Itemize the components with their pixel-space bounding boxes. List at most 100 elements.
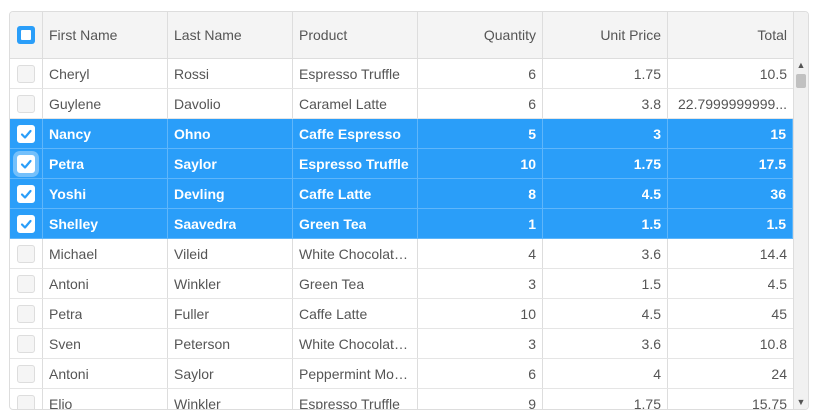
table-row[interactable]: Antoni Saylor Peppermint Moc... 6 4 24 xyxy=(10,359,793,389)
cell-total[interactable]: 15 xyxy=(668,119,793,148)
cell-last[interactable]: Vileid xyxy=(168,239,293,268)
cell-first[interactable]: Petra xyxy=(43,299,168,328)
cell-first[interactable]: Cheryl xyxy=(43,59,168,88)
cell-last[interactable]: Devling xyxy=(168,179,293,208)
cell-first[interactable]: Guylene xyxy=(43,89,168,118)
cell-last[interactable]: Rossi xyxy=(168,59,293,88)
cell-last[interactable]: Fuller xyxy=(168,299,293,328)
vertical-scrollbar[interactable]: ▲ ▼ xyxy=(793,12,808,409)
row-checkbox[interactable] xyxy=(17,274,35,293)
cell-product[interactable]: Espresso Truffle xyxy=(293,149,418,178)
select-all-cell[interactable] xyxy=(10,12,43,58)
cell-product[interactable]: Caffe Espresso xyxy=(293,119,418,148)
cell-price[interactable]: 1.5 xyxy=(543,269,668,298)
cell-price[interactable]: 3 xyxy=(543,119,668,148)
cell-last[interactable]: Winkler xyxy=(168,269,293,298)
cell-first[interactable]: Antoni xyxy=(43,359,168,388)
row-checkbox[interactable] xyxy=(17,304,35,323)
cell-price[interactable]: 4.5 xyxy=(543,179,668,208)
cell-total[interactable]: 36 xyxy=(668,179,793,208)
cell-total[interactable]: 17.5 xyxy=(668,149,793,178)
cell-product[interactable]: Green Tea xyxy=(293,209,418,238)
scroll-down-arrow-icon[interactable]: ▼ xyxy=(796,397,806,407)
column-header-product[interactable]: Product xyxy=(293,12,418,58)
table-row[interactable]: Yoshi Devling Caffe Latte 8 4.5 36 xyxy=(10,179,793,209)
cell-price[interactable]: 3.6 xyxy=(543,329,668,358)
row-select-cell[interactable] xyxy=(10,299,43,328)
cell-product[interactable]: White Chocolate... xyxy=(293,329,418,358)
row-checkbox[interactable] xyxy=(17,124,35,143)
row-checkbox[interactable] xyxy=(17,154,35,173)
column-header-last-name[interactable]: Last Name xyxy=(168,12,293,58)
row-select-cell[interactable] xyxy=(10,359,43,388)
table-row[interactable]: Sven Peterson White Chocolate... 3 3.6 10.8 xyxy=(10,329,793,359)
cell-total[interactable]: 14.4 xyxy=(668,239,793,268)
cell-product[interactable]: White Chocolate... xyxy=(293,239,418,268)
cell-first[interactable]: Elio xyxy=(43,389,168,409)
table-row[interactable]: Shelley Saavedra Green Tea 1 1.5 1.5 xyxy=(10,209,793,239)
cell-first[interactable]: Nancy xyxy=(43,119,168,148)
column-header-first-name[interactable]: First Name xyxy=(43,12,168,58)
cell-product[interactable]: Green Tea xyxy=(293,269,418,298)
table-row[interactable]: Petra Saylor Espresso Truffle 10 1.75 17.5 xyxy=(10,149,793,179)
row-select-cell[interactable] xyxy=(10,179,43,208)
table-row[interactable]: Cheryl Rossi Espresso Truffle 6 1.75 10.5 xyxy=(10,59,793,89)
cell-qty[interactable]: 6 xyxy=(418,89,543,118)
cell-last[interactable]: Winkler xyxy=(168,389,293,409)
row-select-cell[interactable] xyxy=(10,389,43,409)
cell-qty[interactable]: 4 xyxy=(418,239,543,268)
row-select-cell[interactable] xyxy=(10,59,43,88)
cell-total[interactable]: 15.75 xyxy=(668,389,793,410)
row-select-cell[interactable] xyxy=(10,329,43,358)
row-checkbox[interactable] xyxy=(17,394,35,409)
cell-total[interactable]: 10.5 xyxy=(668,59,793,88)
cell-last[interactable]: Ohno xyxy=(168,119,293,148)
cell-total[interactable]: 1.5 xyxy=(668,209,793,238)
table-row[interactable]: Antoni Winkler Green Tea 3 1.5 4.5 xyxy=(10,269,793,299)
cell-price[interactable]: 4 xyxy=(543,359,668,388)
cell-qty[interactable]: 1 xyxy=(418,209,543,238)
row-select-cell[interactable] xyxy=(10,209,43,238)
row-checkbox[interactable] xyxy=(17,64,35,83)
cell-qty[interactable]: 6 xyxy=(418,359,543,388)
cell-product[interactable]: Peppermint Moc... xyxy=(293,359,418,388)
cell-total[interactable]: 4.5 xyxy=(668,269,793,298)
cell-last[interactable]: Davolio xyxy=(168,89,293,118)
row-select-cell[interactable] xyxy=(10,269,43,298)
table-row[interactable]: Nancy Ohno Caffe Espresso 5 3 15 xyxy=(10,119,793,149)
column-header-unit-price[interactable]: Unit Price xyxy=(543,12,668,58)
cell-product[interactable]: Espresso Truffle xyxy=(293,389,418,409)
cell-price[interactable]: 3.6 xyxy=(543,239,668,268)
cell-first[interactable]: Petra xyxy=(43,149,168,178)
table-row[interactable]: Petra Fuller Caffe Latte 10 4.5 45 xyxy=(10,299,793,329)
cell-qty[interactable]: 3 xyxy=(418,329,543,358)
row-checkbox[interactable] xyxy=(17,214,35,233)
cell-first[interactable]: Yoshi xyxy=(43,179,168,208)
cell-last[interactable]: Saavedra xyxy=(168,209,293,238)
cell-qty[interactable]: 10 xyxy=(418,149,543,178)
table-row[interactable]: Michael Vileid White Chocolate... 4 3.6 14.4 xyxy=(10,239,793,269)
column-header-quantity[interactable]: Quantity xyxy=(418,12,543,58)
cell-first[interactable]: Michael xyxy=(43,239,168,268)
cell-price[interactable]: 1.75 xyxy=(543,389,668,409)
table-row[interactable]: Elio Winkler Espresso Truffle 9 1.75 15.75 xyxy=(10,389,793,409)
cell-product[interactable]: Espresso Truffle xyxy=(293,59,418,88)
cell-qty[interactable]: 10 xyxy=(418,299,543,328)
cell-qty[interactable]: 9 xyxy=(418,389,543,409)
cell-product[interactable]: Caramel Latte xyxy=(293,89,418,118)
cell-price[interactable]: 1.75 xyxy=(543,59,668,88)
cell-price[interactable]: 1.75 xyxy=(543,149,668,178)
cell-qty[interactable]: 6 xyxy=(418,59,543,88)
row-select-cell[interactable] xyxy=(10,149,43,178)
cell-qty[interactable]: 5 xyxy=(418,119,543,148)
row-checkbox[interactable] xyxy=(17,184,35,203)
cell-first[interactable]: Antoni xyxy=(43,269,168,298)
cell-first[interactable]: Sven xyxy=(43,329,168,358)
column-header-total[interactable]: Total xyxy=(668,12,793,58)
row-checkbox[interactable] xyxy=(17,364,35,383)
select-all-checkbox[interactable] xyxy=(17,26,35,44)
scroll-up-arrow-icon[interactable]: ▲ xyxy=(796,60,806,70)
cell-first[interactable]: Shelley xyxy=(43,209,168,238)
cell-price[interactable]: 4.5 xyxy=(543,299,668,328)
scroll-thumb[interactable] xyxy=(796,74,806,88)
